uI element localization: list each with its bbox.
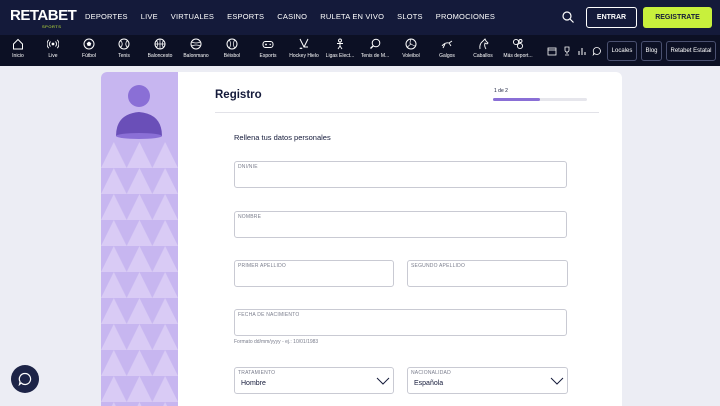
tratamiento-label: TRATAMIENTO — [238, 370, 276, 376]
form-area: Registro 1 de 2 Rellena tus datos person… — [178, 72, 622, 406]
nombre-label: NOMBRE — [238, 214, 262, 220]
sport-item-baloncesto[interactable]: Baloncesto — [140, 38, 180, 59]
sport-item-ligas-electronicas[interactable]: Ligas Elect... — [320, 38, 360, 59]
register-button[interactable]: REGISTRATE — [643, 7, 712, 28]
more-sports-icon — [512, 38, 524, 50]
home-icon — [13, 38, 23, 50]
sport-item-balonmano[interactable]: Balonmano — [176, 38, 216, 59]
header-divider — [215, 112, 599, 113]
sport-item-caballos[interactable]: Caballos — [463, 38, 503, 59]
nombre-field[interactable]: NOMBRE — [234, 211, 567, 238]
search-icon[interactable] — [562, 11, 574, 23]
date-format-hint: Formato dd/mm/yyyy - ej.: 10/01/1983 — [234, 339, 319, 345]
locales-link[interactable]: Locales — [607, 41, 637, 61]
nacionalidad-label: NACIONALIDAD — [411, 370, 451, 376]
horse-icon — [479, 38, 489, 50]
blog-link[interactable]: Blog — [641, 41, 662, 61]
sport-item-voleibol[interactable]: Voleibol — [391, 38, 431, 59]
baseball-icon — [226, 38, 238, 50]
handball-icon — [190, 38, 202, 50]
sport-item-hockey-hielo[interactable]: Hockey Hielo — [284, 38, 324, 59]
nav-casino[interactable]: CASINO — [277, 12, 307, 21]
nacionalidad-value: Española — [414, 380, 444, 387]
nav-deportes[interactable]: DEPORTES — [85, 12, 128, 21]
nav-promociones[interactable]: PROMOCIONES — [436, 12, 495, 21]
esoccer-icon — [337, 38, 343, 50]
form-subtitle: Rellena tus datos personales — [234, 133, 331, 142]
sports-bar: Inicio Live Fútbol Tenis Baloncesto Balo… — [0, 35, 720, 66]
chat-icon — [18, 372, 32, 386]
fecha-nacimiento-label: FECHA DE NACIMIENTO — [238, 312, 300, 318]
registration-card: Registro 1 de 2 Rellena tus datos person… — [101, 72, 622, 406]
side-illustration — [101, 72, 178, 406]
nav-slots[interactable]: SLOTS — [397, 12, 423, 21]
sport-item-tenis[interactable]: Tenis — [104, 38, 144, 59]
top-navbar: RETABET SPORTS DEPORTES LIVE VIRTUALES E… — [0, 0, 720, 35]
segundo-apellido-label: SEGUNDO APELLIDO — [411, 263, 466, 269]
user-avatar-illustration — [116, 85, 162, 139]
progress-bar — [493, 98, 587, 101]
progress-fill — [493, 98, 540, 101]
esports-icon — [262, 41, 274, 48]
main-menu: DEPORTES LIVE VIRTUALES ESPORTS CASINO R… — [85, 12, 508, 21]
side-pattern — [101, 142, 178, 406]
sport-item-futbol[interactable]: Fútbol — [69, 38, 109, 59]
chevron-down-icon — [376, 377, 390, 385]
nacionalidad-select[interactable]: NACIONALIDAD Española — [407, 367, 568, 394]
sport-item-live[interactable]: Live — [33, 38, 73, 59]
chat-bubble-icon[interactable] — [592, 46, 602, 56]
tratamiento-value: Hombre — [241, 380, 266, 387]
trophy-icon[interactable] — [562, 46, 572, 56]
chevron-down-icon — [550, 377, 564, 385]
dni-label: DNI/NIE — [238, 164, 258, 170]
nav-ruleta-en-vivo[interactable]: RULETA EN VIVO — [320, 12, 384, 21]
greyhound-icon — [441, 40, 453, 49]
football-icon — [83, 38, 95, 50]
basketball-icon — [154, 38, 166, 50]
stats-icon[interactable] — [577, 46, 587, 56]
fecha-nacimiento-field[interactable]: FECHA DE NACIMIENTO — [234, 309, 567, 336]
segundo-apellido-field[interactable]: SEGUNDO APELLIDO — [407, 260, 568, 287]
live-icon — [47, 39, 59, 49]
ice-hockey-icon — [299, 38, 309, 49]
nav-esports[interactable]: ESPORTS — [227, 12, 264, 21]
nav-live[interactable]: LIVE — [141, 12, 158, 21]
page-title: Registro — [215, 89, 262, 101]
retabet-estatal-link[interactable]: Retabet Estatal — [666, 41, 716, 61]
sport-item-mas-deportes[interactable]: Más deport... — [498, 38, 538, 59]
tratamiento-select[interactable]: TRATAMIENTO Hombre — [234, 367, 394, 394]
retabet-logo[interactable]: RETABET — [10, 7, 77, 24]
primer-apellido-label: PRIMER APELLIDO — [238, 263, 287, 269]
dni-field[interactable]: DNI/NIE — [234, 161, 567, 188]
step-indicator: 1 de 2 — [494, 88, 508, 94]
chat-button[interactable] — [11, 365, 39, 393]
volleyball-icon — [405, 38, 417, 50]
table-tennis-icon — [370, 38, 381, 49]
sport-item-beisbol[interactable]: Béisbol — [212, 38, 252, 59]
tennis-icon — [118, 38, 130, 50]
sport-item-tenis-de-mesa[interactable]: Tenis de M... — [355, 38, 395, 59]
sport-item-esports[interactable]: Esports — [248, 38, 288, 59]
sport-item-galgos[interactable]: Galgos — [427, 38, 467, 59]
logo-subtitle: SPORTS — [42, 24, 62, 29]
nav-virtuales[interactable]: VIRTUALES — [171, 12, 214, 21]
calendar-icon[interactable] — [547, 46, 557, 56]
login-button[interactable]: ENTRAR — [586, 7, 637, 28]
primer-apellido-field[interactable]: PRIMER APELLIDO — [234, 260, 394, 287]
